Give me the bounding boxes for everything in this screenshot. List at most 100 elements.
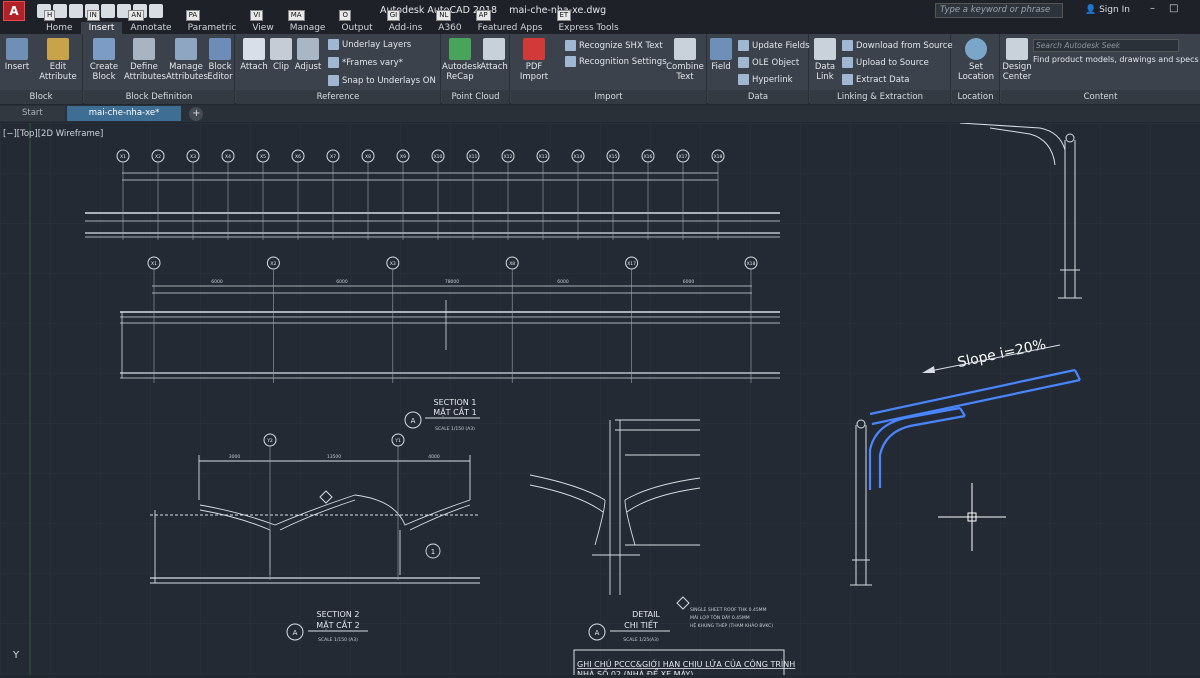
hyperlink-icon — [738, 74, 749, 85]
pdf-icon — [523, 38, 545, 60]
update-fields-button[interactable]: Update Fields — [738, 40, 810, 51]
upload-source-button[interactable]: Upload to Source — [842, 57, 929, 68]
download-icon — [842, 40, 853, 51]
tab-featured-apps[interactable]: AP Featured Apps — [470, 10, 551, 34]
detail-scale: SCALE 1/25(A3) — [623, 637, 659, 643]
recognition-settings-button[interactable]: Recognition Settings — [565, 56, 667, 67]
hyperlink-button[interactable]: Hyperlink — [738, 74, 793, 85]
new-tab-button[interactable]: + — [189, 106, 204, 121]
panel-title-data: Data — [708, 90, 808, 104]
tab-home[interactable]: H Home — [38, 10, 81, 34]
grid-label: X2 — [270, 261, 276, 267]
recap-label: Autodesk ReCap — [442, 62, 482, 82]
combine-text-icon — [674, 38, 696, 60]
manage-attributes-icon — [175, 38, 197, 60]
title-bar: A Autodesk AutoCAD 2018 mai-che-nha-xe.d… — [0, 0, 1200, 22]
panel-title-block-definition[interactable]: Block Definition — [84, 90, 234, 104]
define-attributes-button[interactable]: Define Attributes — [124, 38, 166, 82]
field-icon — [710, 38, 732, 60]
tab-start[interactable]: Start — [0, 106, 65, 121]
point-cloud-attach-button[interactable]: Attach — [480, 38, 508, 72]
drawing-canvas[interactable]: X1 X2 X3 X4 X5 X6 X7 X8 X9 X10 X11 X12 X13 X14 X15 X16 X… — [0, 122, 1200, 678]
extract-label: Extract Data — [856, 74, 910, 85]
share-icon[interactable] — [149, 4, 163, 18]
panel-content: Design Center Search Autodesk Seek Find … — [1001, 34, 1200, 104]
detail-callout-number: 1 — [431, 548, 435, 556]
seek-search-input[interactable]: Search Autodesk Seek — [1033, 39, 1179, 52]
keytip: AN — [128, 10, 145, 21]
manage-attributes-button[interactable]: Manage Attributes — [166, 38, 208, 82]
tab-view[interactable]: VI View — [244, 10, 281, 34]
pdf-import-button[interactable]: PDF Import — [517, 38, 551, 82]
edit-attribute-button[interactable]: Edit Attribute — [36, 38, 80, 82]
extract-data-button[interactable]: Extract Data — [842, 74, 909, 85]
annotation-roof-vi: MÁI LỢP TÔN DÀY 0.45MM — [690, 614, 750, 621]
set-location-button[interactable]: Set Location — [954, 38, 998, 82]
plot-icon[interactable] — [101, 4, 115, 18]
dimension-text: 78000 — [445, 279, 459, 285]
recognize-shx-label: Recognize SHX Text — [579, 40, 663, 51]
field-button[interactable]: Field — [710, 38, 732, 72]
frames-dropdown[interactable]: *Frames vary* — [328, 57, 403, 68]
underlay-layers-button[interactable]: Underlay Layers — [328, 39, 411, 50]
update-fields-label: Update Fields — [752, 40, 810, 51]
tab-add-ins[interactable]: GI Add-ins — [381, 10, 431, 34]
grid-label: X3 — [390, 261, 396, 267]
recognition-settings-icon — [565, 56, 576, 67]
search-input[interactable]: Type a keyword or phrase — [935, 3, 1063, 18]
combine-text-button[interactable]: Combine Text — [665, 38, 705, 82]
clip-icon — [270, 38, 292, 60]
tab-insert[interactable]: IN Insert — [80, 10, 123, 34]
extract-icon — [842, 74, 853, 85]
window-title: Autodesk AutoCAD 2018 mai-che-nha-xe.dwg — [380, 5, 606, 16]
design-center-button[interactable]: Design Center — [1001, 38, 1033, 82]
recognize-shx-button[interactable]: Recognize SHX Text — [565, 40, 663, 51]
tab-manage[interactable]: MA Manage — [282, 10, 334, 34]
download-source-button[interactable]: Download from Source — [842, 40, 953, 51]
pdf-import-label: PDF Import — [519, 62, 549, 82]
viewport-controls[interactable]: [−][Top][2D Wireframe] — [3, 129, 103, 139]
tab-output[interactable]: O Output — [333, 10, 380, 34]
application-menu-button[interactable]: A — [3, 1, 25, 21]
block-editor-button[interactable]: Block Editor — [206, 38, 234, 82]
section-2-en: SECTION 2 — [317, 610, 360, 619]
panel-data: Field Update Fields OLE Object Hyperlink… — [708, 34, 810, 104]
data-link-button[interactable]: Data Link — [812, 38, 838, 82]
data-link-icon — [814, 38, 836, 60]
user-icon: 👤 — [1085, 5, 1100, 15]
dimension-text: 6000 — [211, 279, 223, 285]
drawing-area[interactable]: X1 X2 X3 X4 X5 X6 X7 X8 X9 X10 X11 X12 X13 X14 X15 X16 X… — [0, 122, 1200, 678]
tab-parametric[interactable]: PA Parametric — [180, 10, 245, 34]
insert-button[interactable]: Insert — [4, 38, 30, 72]
tab-a360[interactable]: NL A360 — [430, 10, 469, 34]
ole-object-label: OLE Object — [752, 57, 800, 68]
frames-label: *Frames vary* — [342, 57, 403, 68]
panel-title-block[interactable]: Block — [0, 90, 82, 104]
tab-label: Manage — [289, 23, 326, 33]
block-editor-icon — [209, 38, 231, 60]
save-icon[interactable] — [69, 4, 83, 18]
ole-object-button[interactable]: OLE Object — [738, 57, 799, 68]
minimize-button[interactable]: – — [1150, 3, 1155, 14]
recap-button[interactable]: Autodesk ReCap — [442, 38, 482, 82]
keytip: GI — [386, 10, 401, 21]
clip-button[interactable]: Clip — [270, 38, 292, 72]
dimension-text: 6000 — [683, 279, 695, 285]
grid-label: X18 — [747, 261, 756, 267]
tab-drawing-active[interactable]: mai-che-nha-xe* — [66, 106, 182, 121]
grid-label: X18 — [714, 154, 723, 160]
section-2-marker: A — [293, 629, 298, 637]
maximize-button[interactable]: □ — [1169, 3, 1178, 14]
tab-annotate[interactable]: AN Annotate — [122, 10, 179, 34]
sign-in-button[interactable]: 👤 Sign In — [1085, 5, 1130, 15]
panel-block: Insert Edit Attribute Block — [0, 34, 83, 104]
upload-label: Upload to Source — [856, 57, 929, 68]
grid-label: X6 — [295, 154, 301, 160]
adjust-button[interactable]: Adjust — [294, 38, 322, 72]
tab-express-tools[interactable]: ET Express Tools — [551, 10, 627, 34]
snap-underlays-dropdown[interactable]: Snap to Underlays ON — [328, 75, 436, 86]
panel-linking-extraction: Data Link Download from Source Upload to… — [810, 34, 953, 104]
panel-title-reference[interactable]: Reference — [236, 90, 440, 104]
create-block-button[interactable]: Create Block — [88, 38, 120, 82]
attach-button[interactable]: Attach — [240, 38, 268, 72]
